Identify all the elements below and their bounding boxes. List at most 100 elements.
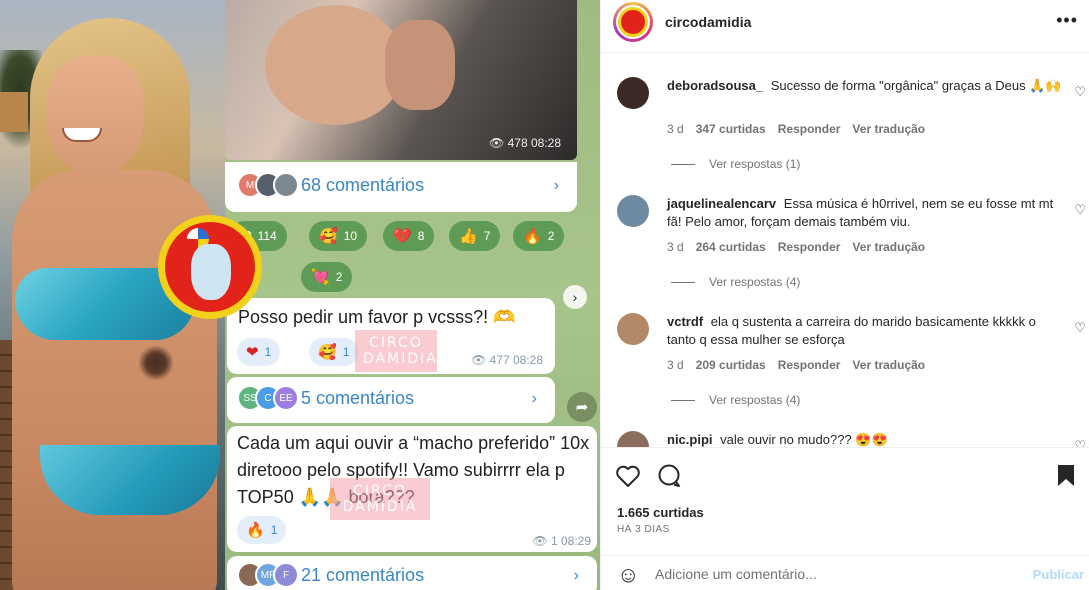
heart-icon[interactable]: ♡ [1074,84,1086,100]
comment-meta: 3 d 264 curtidas Responder Ver tradução [667,240,925,254]
hut [0,92,28,132]
avatar[interactable] [613,2,653,42]
bookmark-icon[interactable] [1056,464,1076,495]
comment-age: 3 d [667,122,684,136]
post-likes[interactable]: 1.665 curtidas [617,505,704,520]
comment-meta: 3 d 209 curtidas Responder Ver tradução [667,358,925,372]
comment-avatars: M [237,172,299,198]
chevron-right-icon: › [553,177,559,194]
comment-likes[interactable]: 347 curtidas [696,122,766,136]
comment-icon[interactable] [657,464,683,495]
avatar: EE [273,385,299,411]
comment-text-block: nic.pipi vale ouvir no mudo??? 😍😍 [667,431,1062,447]
reaction-chip: 🥰 1 [309,338,359,366]
view-replies-button[interactable]: Ver respostas (4) [671,393,800,407]
comment-username[interactable]: deboradsousa_ [667,78,763,93]
watermark: CIRCO DAMIDIA [330,478,430,520]
translate-button[interactable]: Ver tradução [852,358,925,372]
post-date: HÁ 3 DIAS [617,524,670,535]
heart-icon[interactable]: ♡ [1074,438,1086,447]
reaction-chip: 💔 8 [383,221,435,251]
chevron-right-icon: › [573,567,579,584]
avatar[interactable] [617,77,649,109]
comments-count: 5 comentários [301,387,415,408]
chat-photo: 👁 478 08:28 [225,0,577,160]
comments-count: 21 comentários [301,564,425,585]
view-replies-label: Ver respostas (4) [709,275,801,289]
reaction-chip: ❤ 1 [237,338,281,366]
comments-card-3: MF F 21 comentários › [227,556,597,590]
message-text: Posso pedir um favor p vcsss?! 🫶 [238,307,516,327]
chat-photo-hand [385,20,455,110]
reaction-chip: 🥰 10 [309,221,368,251]
view-replies-label: Ver respostas (1) [709,157,801,171]
share-icon: ➦ [567,392,597,422]
comment-text-block: deboradsousa_ Sucesso de forma "orgânica… [667,77,1062,95]
comments-card-2: SS C EE 5 comentários › [227,377,555,423]
comments-row-3: MF F 21 comentários [237,562,424,588]
avatar[interactable] [617,431,649,447]
comment-avatars: MF F [237,562,299,588]
heart-icon[interactable]: ♡ [1074,320,1086,336]
comment-age: 3 d [667,240,684,254]
emoji-icon[interactable]: ☺ [617,562,639,588]
comment-text-block: jaquelinealencarv Essa música é h0rrivel… [667,195,1062,231]
chevron-right-icon: › [531,390,537,407]
comment-likes[interactable]: 209 curtidas [696,358,766,372]
post-actions: 1.665 curtidas HÁ 3 DIAS [601,447,1089,547]
reaction-chip: 🔥 2 [513,221,565,251]
post-header: circodamidia ••• [601,0,1089,53]
message-views: 👁 477 08:28 [471,353,543,367]
view-replies-label: Ver respostas (4) [709,393,801,407]
comment-text: ela q sustenta a carreira do marido basi… [667,314,1036,347]
chat-screenshot: 👁 478 08:28 M 68 comentários › ❤114 🥰10 … [225,0,600,590]
circodamidia-logo [158,215,262,319]
comment-text-block: vctrdf ela q sustenta a carreira do mari… [667,313,1062,349]
avatar: F [273,562,299,588]
reaction-chip: 👍 7 [449,221,501,251]
comment-username[interactable]: nic.pipi [667,432,713,447]
comments-card-1: M 68 comentários › [225,162,577,212]
post-details: circodamidia ••• deboradsousa_ Sucesso d… [600,0,1089,590]
comment-likes[interactable]: 264 curtidas [696,240,766,254]
comment-meta: 3 d 347 curtidas Responder Ver tradução [667,122,925,136]
seal-icon [191,244,231,300]
chat-photo-views: 👁 478 08:28 [489,136,561,150]
view-replies-button[interactable]: Ver respostas (1) [671,157,800,171]
avatar[interactable] [617,195,649,227]
post-media[interactable]: 👁 478 08:28 M 68 comentários › ❤114 🥰10 … [0,0,600,590]
tattoo [138,345,174,381]
heart-icon[interactable] [615,464,641,495]
avatar[interactable] [617,313,649,345]
comment-text: vale ouvir no mudo??? 😍😍 [720,432,888,447]
message-views: 👁 1 08:29 [532,534,591,548]
comment-composer: ☺ Publicar [601,555,1089,590]
reply-button[interactable]: Responder [778,122,841,136]
reply-button[interactable]: Responder [778,358,841,372]
reaction-chip: 🔥 1 [237,516,287,544]
reply-button[interactable]: Responder [778,240,841,254]
comments-list[interactable]: deboradsousa_ Sucesso de forma "orgânica… [601,53,1089,447]
next-slide-button[interactable]: › [563,285,587,309]
more-options-icon[interactable]: ••• [1056,10,1078,31]
chat-photo-face [265,5,405,125]
comments-row-1: M 68 comentários [237,172,424,198]
publish-button[interactable]: Publicar [1033,567,1084,582]
translate-button[interactable]: Ver tradução [852,240,925,254]
view-replies-button[interactable]: Ver respostas (4) [671,275,800,289]
reaction-chip: 💘 2 [301,262,353,292]
comment-input[interactable] [655,562,1015,586]
comment-age: 3 d [667,358,684,372]
bikini-bottom [40,445,220,515]
comment-avatars: SS C EE [237,385,299,411]
post-username[interactable]: circodamidia [665,14,751,30]
translate-button[interactable]: Ver tradução [852,122,925,136]
comment-text: Sucesso de forma "orgânica" graças a Deu… [770,78,1062,93]
comment-username[interactable]: jaquelinealencarv [667,196,776,211]
comments-count: 68 comentários [301,174,425,195]
heart-icon[interactable]: ♡ [1074,202,1086,218]
comment-username[interactable]: vctrdf [667,314,703,329]
watermark: CIRCO DAMIDIA [355,330,437,372]
avatar [273,172,299,198]
comments-row-2: SS C EE 5 comentários [237,385,414,411]
